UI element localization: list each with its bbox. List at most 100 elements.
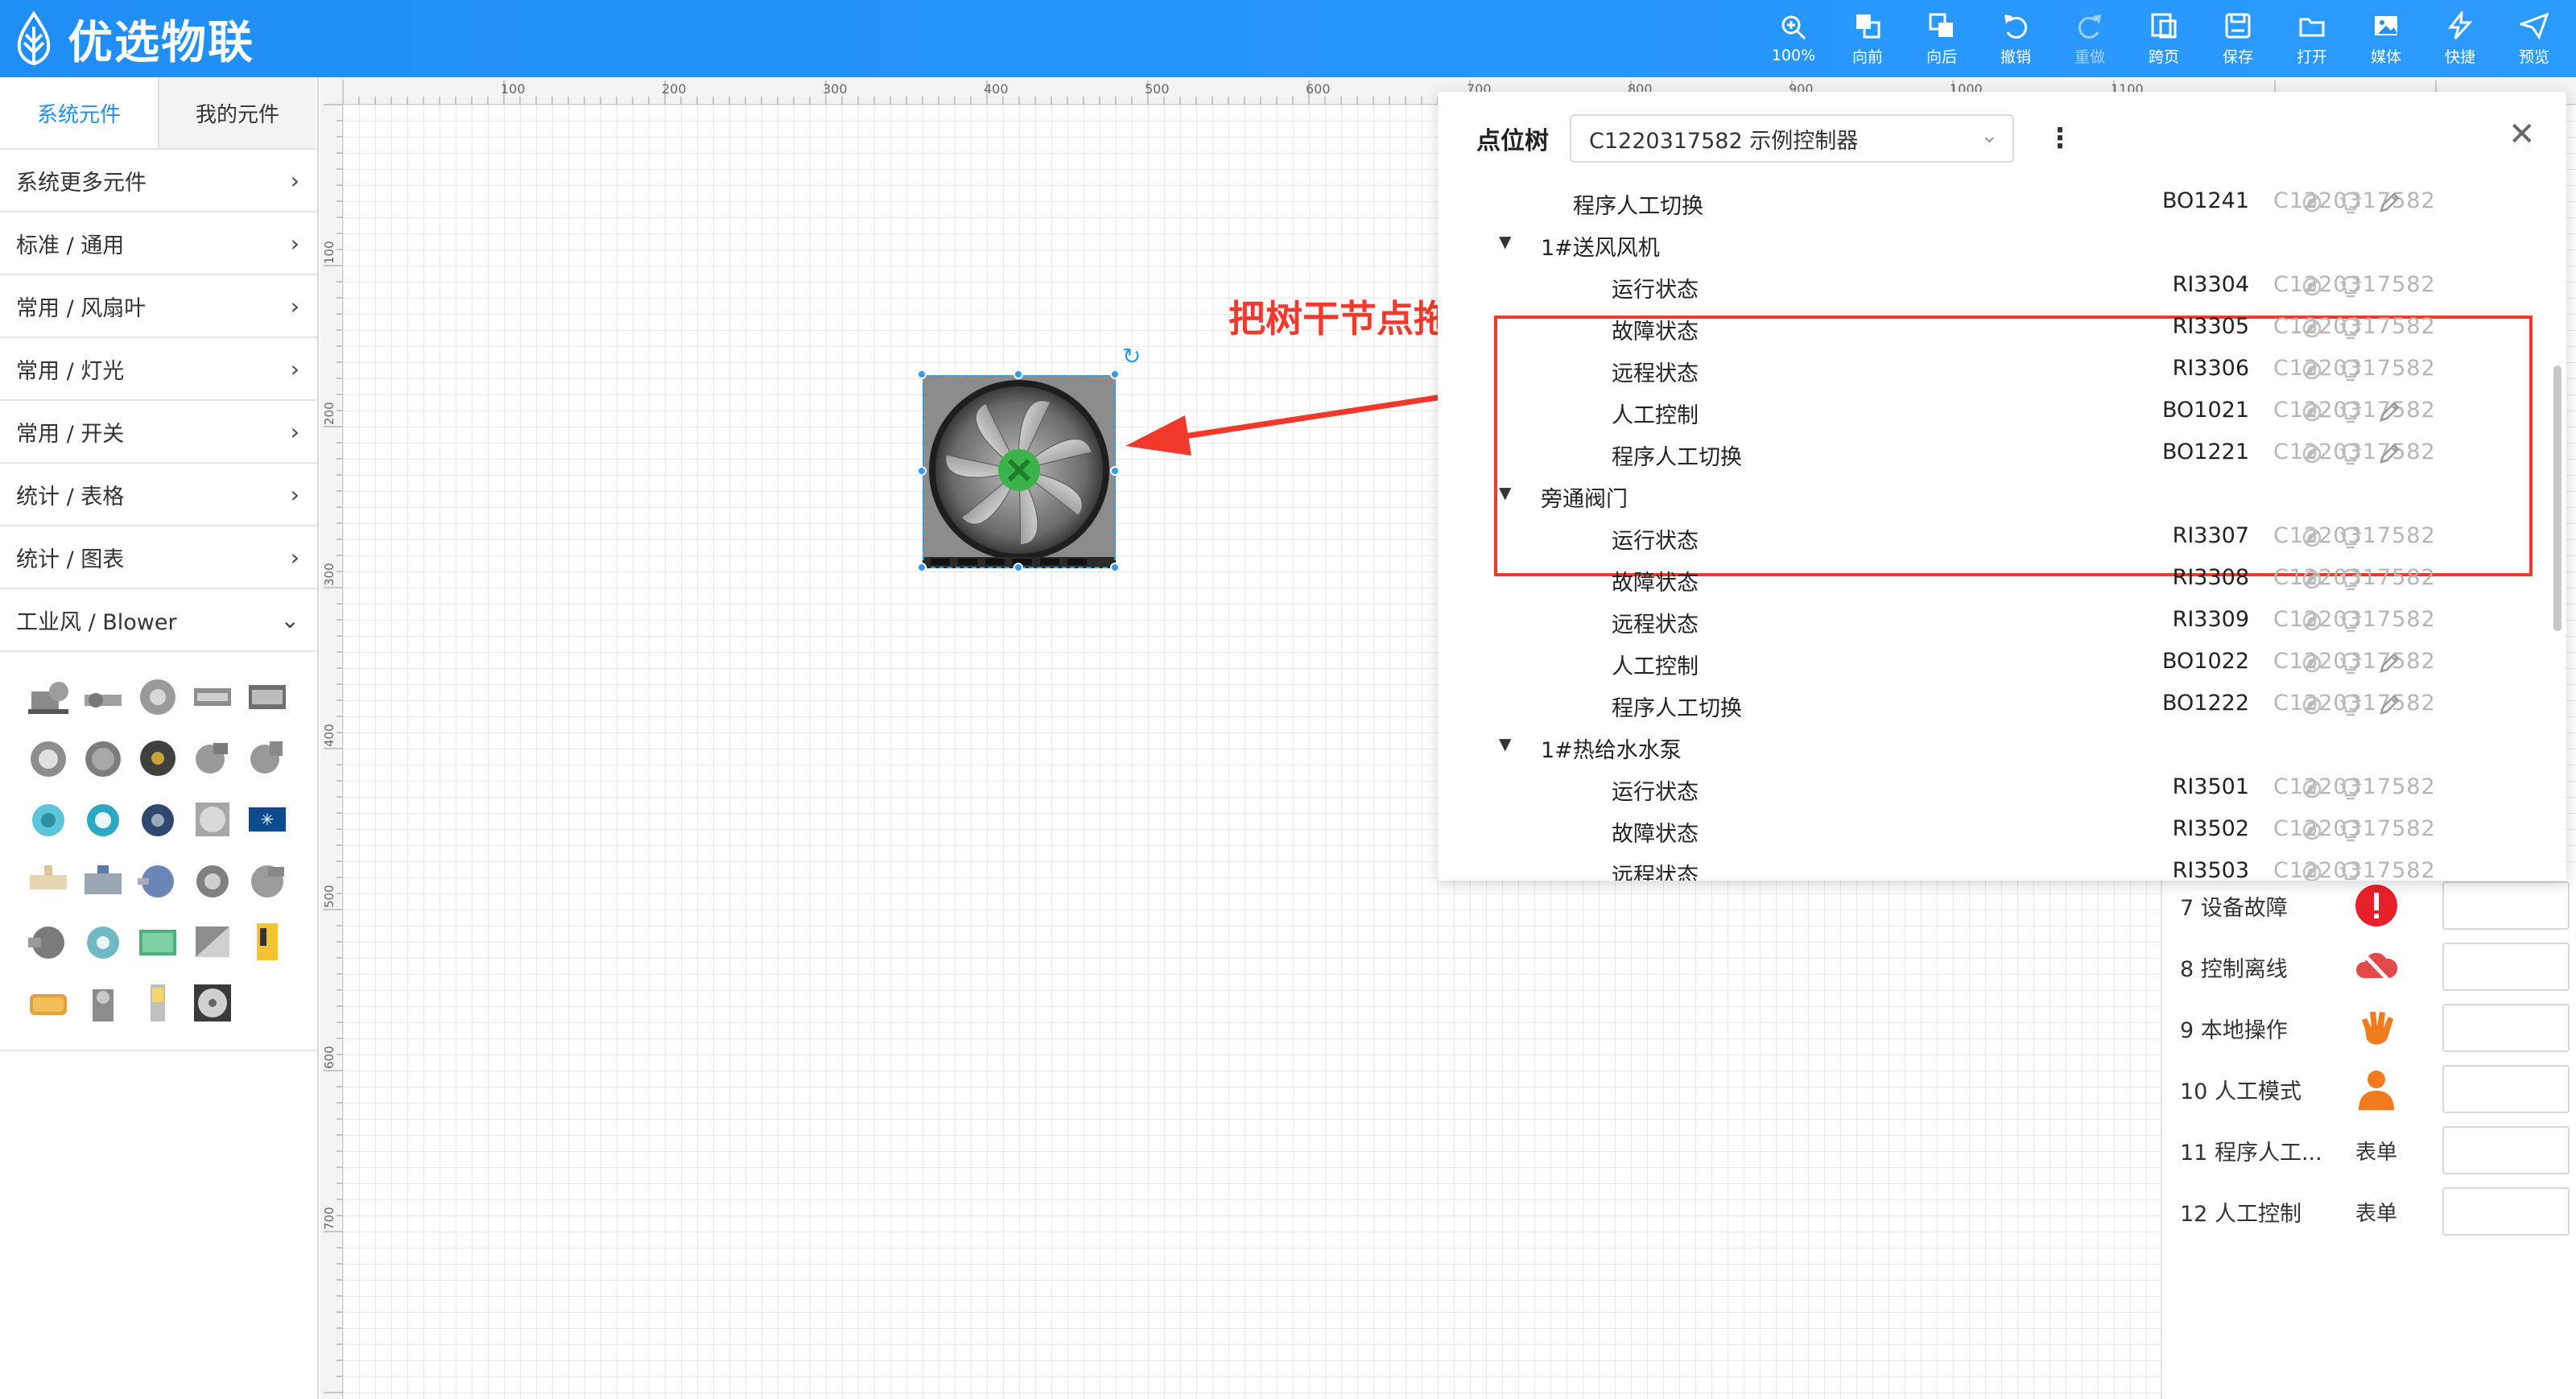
edit-pencil-icon[interactable] xyxy=(2376,441,2402,467)
bulb-icon[interactable] xyxy=(2338,190,2363,216)
palette-item[interactable] xyxy=(185,972,240,1034)
category-item[interactable]: 常用 / 灯光 › xyxy=(0,338,317,401)
toolbar-save-button[interactable]: 保存 xyxy=(2201,0,2275,77)
state-value-input[interactable] xyxy=(2442,881,2570,930)
bulb-icon[interactable] xyxy=(2338,525,2363,551)
tree-point-node[interactable]: 故障状态 RI3305 C1220317582 xyxy=(1438,307,2533,349)
palette-item[interactable] xyxy=(240,666,295,728)
point-tree-scrollbar[interactable] xyxy=(2553,365,2562,631)
state-value-input[interactable] xyxy=(2442,1065,2570,1113)
bulb-icon[interactable] xyxy=(2338,567,2363,592)
state-value-input[interactable] xyxy=(2442,943,2570,991)
toolbar-shortcut-button[interactable]: 快捷 xyxy=(2423,0,2497,77)
palette-item[interactable] xyxy=(21,850,76,911)
tree-point-node[interactable]: 运行状态 RI3304 C1220317582 xyxy=(1438,266,2533,307)
palette-item[interactable] xyxy=(130,789,185,850)
edit-pencil-icon[interactable] xyxy=(2376,650,2402,676)
edit-pencil-icon[interactable] xyxy=(2376,190,2402,216)
palette-item[interactable] xyxy=(185,789,240,850)
caret-down-icon[interactable]: ▼ xyxy=(1499,734,1511,753)
palette-item[interactable] xyxy=(185,728,240,789)
category-item[interactable]: 统计 / 表格 › xyxy=(0,464,317,526)
edit-pencil-icon[interactable] xyxy=(2376,399,2402,425)
toolbar-preview-button[interactable]: 预览 xyxy=(2497,0,2571,77)
palette-item[interactable] xyxy=(21,911,76,972)
category-item[interactable]: 统计 / 图表 › xyxy=(0,526,317,589)
resize-handle[interactable] xyxy=(917,563,927,572)
tree-group-node[interactable]: ▼ 1#送风风机 xyxy=(1438,224,2533,266)
palette-item[interactable] xyxy=(21,666,76,728)
settings-icon[interactable] xyxy=(2299,399,2325,425)
settings-icon[interactable] xyxy=(2299,609,2325,634)
settings-icon[interactable] xyxy=(2299,776,2325,802)
state-value-input[interactable] xyxy=(2442,1187,2570,1236)
bulb-icon[interactable] xyxy=(2338,776,2363,802)
close-icon[interactable]: ✕ xyxy=(2508,116,2536,153)
toolbar-open-button[interactable]: 打开 xyxy=(2275,0,2349,77)
bulb-icon[interactable] xyxy=(2338,399,2363,425)
settings-icon[interactable] xyxy=(2299,274,2325,299)
tree-group-node[interactable]: ▼ 1#热给水水泵 xyxy=(1438,726,2533,768)
bulb-icon[interactable] xyxy=(2338,274,2363,299)
bulb-icon[interactable] xyxy=(2338,357,2363,383)
resize-handle[interactable] xyxy=(917,369,927,379)
bulb-icon[interactable] xyxy=(2338,441,2363,467)
category-item[interactable]: 系统更多元件 › xyxy=(0,150,317,213)
settings-icon[interactable] xyxy=(2299,860,2325,881)
bulb-icon[interactable] xyxy=(2338,316,2363,341)
tree-point-node[interactable]: 运行状态 RI3307 C1220317582 xyxy=(1438,517,2533,559)
tree-point-node[interactable]: 运行状态 RI3501 C1220317582 xyxy=(1438,768,2533,810)
bulb-icon[interactable] xyxy=(2338,818,2363,844)
toolbar-zoom-button[interactable]: 100% xyxy=(1757,0,1831,77)
palette-item[interactable] xyxy=(76,972,130,1034)
controller-select[interactable]: C1220317582 示例控制器 ⌄ xyxy=(1570,114,2014,163)
palette-item[interactable] xyxy=(21,972,76,1034)
palette-item[interactable] xyxy=(130,728,185,789)
resize-handle[interactable] xyxy=(1013,369,1023,379)
category-item[interactable]: 常用 / 风扇叶 › xyxy=(0,275,317,338)
settings-icon[interactable] xyxy=(2299,692,2325,718)
settings-icon[interactable] xyxy=(2299,525,2325,551)
bulb-icon[interactable] xyxy=(2338,692,2363,718)
palette-item[interactable] xyxy=(240,728,295,789)
toolbar-cross-page-button[interactable]: 跨页 xyxy=(2127,0,2201,77)
tree-point-node[interactable]: 程序人工切换 BO1222 C1220317582 xyxy=(1438,684,2533,726)
resize-handle[interactable] xyxy=(1110,563,1120,572)
state-value-input[interactable] xyxy=(2442,1126,2570,1174)
edit-pencil-icon[interactable] xyxy=(2376,692,2402,718)
palette-item[interactable] xyxy=(130,911,185,972)
bulb-icon[interactable] xyxy=(2338,860,2363,881)
tree-point-node[interactable]: 程序人工切换 BO1221 C1220317582 xyxy=(1438,433,2533,475)
bulb-icon[interactable] xyxy=(2338,650,2363,676)
palette-item[interactable] xyxy=(130,972,185,1034)
palette-item[interactable] xyxy=(21,789,76,850)
palette-item[interactable] xyxy=(240,850,295,911)
palette-item[interactable] xyxy=(76,789,130,850)
tree-point-node[interactable]: 程序人工切换 BO1241 C1220317582 xyxy=(1438,184,2533,224)
palette-item[interactable] xyxy=(21,728,76,789)
palette-item[interactable] xyxy=(76,850,130,911)
state-value-input[interactable] xyxy=(2442,1004,2570,1052)
palette-item[interactable] xyxy=(240,911,295,972)
palette-item[interactable] xyxy=(130,666,185,728)
category-item[interactable]: 标准 / 通用 › xyxy=(0,213,317,275)
toolbar-redo-button[interactable]: 重做 xyxy=(2053,0,2127,77)
resize-handle[interactable] xyxy=(1013,563,1023,572)
palette-item[interactable] xyxy=(76,666,130,728)
more-options-icon[interactable]: ⋮ xyxy=(2046,122,2074,155)
settings-icon[interactable] xyxy=(2299,316,2325,341)
caret-down-icon[interactable]: ▼ xyxy=(1499,483,1511,502)
resize-handle[interactable] xyxy=(917,466,927,476)
tree-point-node[interactable]: 远程状态 RI3503 C1220317582 xyxy=(1438,852,2533,881)
settings-icon[interactable] xyxy=(2299,650,2325,676)
palette-item[interactable] xyxy=(185,666,240,728)
tree-point-node[interactable]: 远程状态 RI3306 C1220317582 xyxy=(1438,349,2533,391)
toolbar-backward-button[interactable]: 向后 xyxy=(1905,0,1979,77)
category-item[interactable]: 工业风 / Blower ⌄ xyxy=(0,589,317,652)
category-item[interactable]: 常用 / 开关 › xyxy=(0,401,317,464)
settings-icon[interactable] xyxy=(2299,441,2325,467)
palette-item[interactable] xyxy=(130,850,185,911)
settings-icon[interactable] xyxy=(2299,567,2325,592)
bulb-icon[interactable] xyxy=(2338,609,2363,634)
palette-item[interactable] xyxy=(185,850,240,911)
